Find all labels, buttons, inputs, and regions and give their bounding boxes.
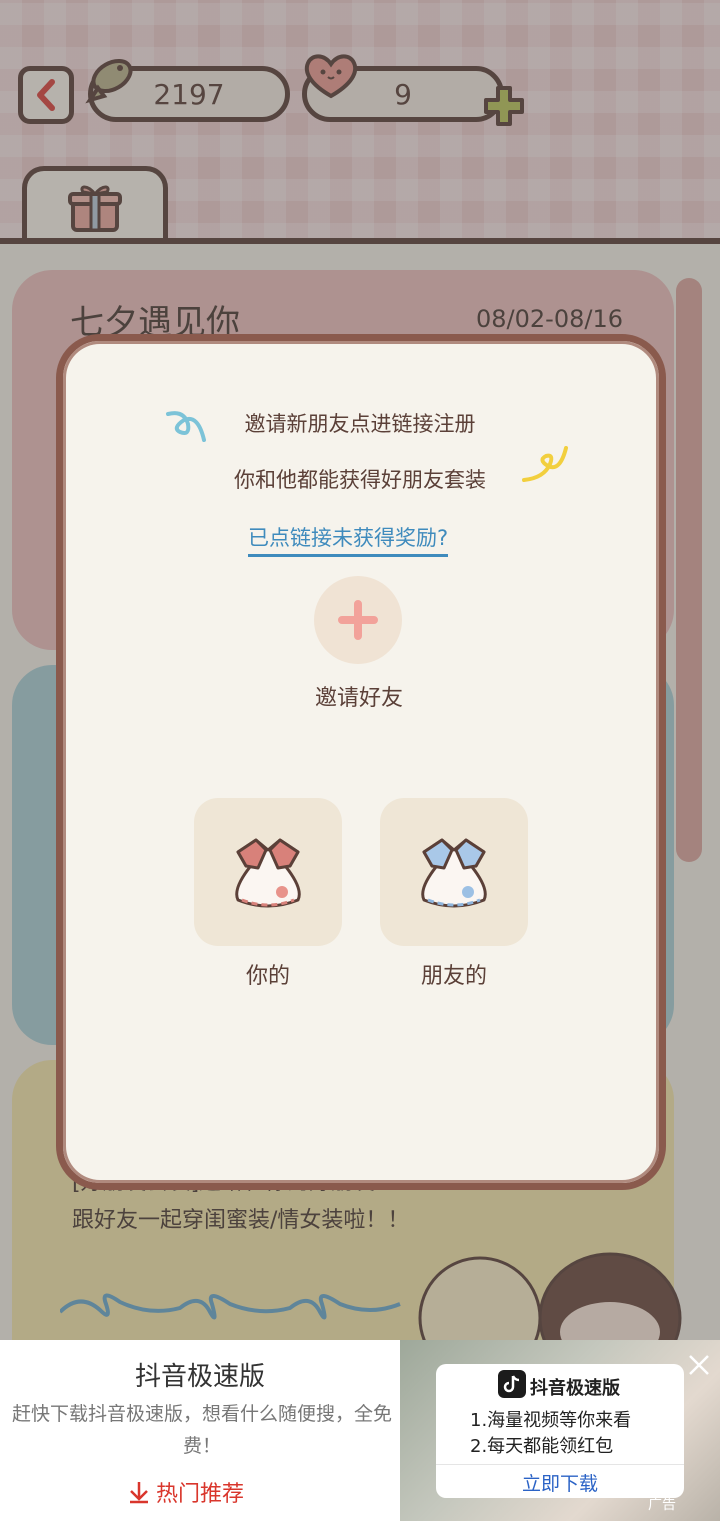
ad-feature-1: 1.海量视频等你来看 (470, 1410, 632, 1431)
pink-dress-icon (235, 838, 301, 908)
ad-text-block[interactable]: 抖音极速版 赶快下载抖音极速版，想看什么随便搜，全免费！ 热门推荐 (0, 1340, 400, 1521)
download-arrow-icon (130, 1482, 148, 1504)
ad-description: 赶快下载抖音极速版，想看什么随便搜，全免费！ (11, 1403, 392, 1457)
invite-friend-button[interactable] (314, 576, 402, 664)
invite-friend-label: 邀请好友 (314, 686, 403, 711)
ad-hot-recommend[interactable]: 热门推荐 (128, 1476, 244, 1508)
reward-label-friends: 朋友的 (420, 964, 487, 989)
help-link[interactable]: 已点链接未获得奖励? (248, 522, 449, 557)
blue-dress-icon (421, 838, 487, 908)
ad-tag: 广告 (648, 1497, 676, 1513)
reward-outfit-friends[interactable] (380, 798, 528, 946)
ad-download-button[interactable]: 立即下载 (436, 1464, 684, 1496)
plus-icon (338, 600, 378, 640)
ad-app-name: 抖音极速版 (530, 1378, 620, 1399)
close-icon[interactable] (686, 1352, 712, 1378)
ad-feature-2: 2.每天都能领红包 (470, 1436, 614, 1457)
ad-title: 抖音极速版 (134, 1362, 265, 1392)
invite-modal (56, 334, 666, 1190)
tiktok-logo-icon (498, 1370, 526, 1398)
reward-outfit-yours[interactable] (194, 798, 342, 946)
invite-instruction-1: 邀请新朋友点进链接注册 (244, 412, 476, 436)
ad-hot-label: 热门推荐 (156, 1482, 245, 1507)
reward-label-yours: 你的 (245, 964, 290, 989)
invite-instruction-2: 你和他都能获得好朋友套装 (234, 468, 486, 492)
